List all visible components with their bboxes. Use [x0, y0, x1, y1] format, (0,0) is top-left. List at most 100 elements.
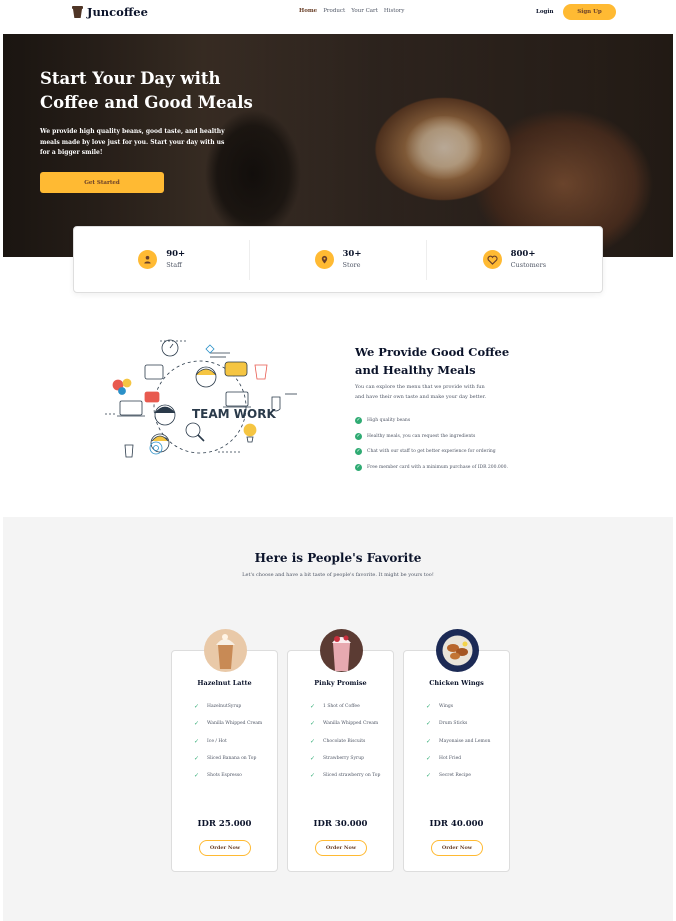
ingredient-text: Secret Recipe [439, 773, 471, 779]
check-icon: ✓ [310, 737, 316, 745]
favorites-subtitle: Let's choose and have a bit taste of peo… [242, 572, 434, 578]
stat-store: 30+ Store [249, 239, 425, 280]
ingredient-item: ✓ Drum Sticks [426, 715, 490, 732]
product-price: IDR 40.000 [429, 819, 484, 829]
ingredient-item: ✓ Wings [426, 698, 490, 715]
ingredient-item: ✓ Sliced strawberry on Top [310, 767, 380, 784]
ingredient-item: ✓ Sliced Banana on Top [194, 750, 262, 767]
ingredient-text: Wings [439, 704, 454, 710]
check-icon: ✓ [310, 720, 316, 728]
product-price: IDR 30.000 [313, 819, 368, 829]
ingredient-text: Drum Sticks [439, 721, 468, 727]
check-icon: ✓ [194, 755, 200, 763]
benefit-item: ✓ Healthy meals, you can request the ingr… [355, 429, 508, 445]
benefits-list: ✓ High quality beans ✓ Healthy meals, you … [355, 413, 508, 475]
get-started-button[interactable]: Get Started [40, 172, 164, 193]
benefit-item: ✓ Free member card with a minimum purchas… [355, 460, 508, 476]
heart-icon [482, 250, 502, 269]
check-icon: ✓ [194, 703, 200, 711]
benefit-item: ✓ Chat with our staff to get better exper… [355, 444, 508, 460]
order-now-button[interactable]: Order Now [199, 840, 251, 856]
ingredient-text: Hot Fried [439, 756, 462, 762]
check-icon: ✓ [355, 432, 362, 440]
ingredient-item: ✓ Wanilla Whipped Cream [194, 715, 262, 732]
stats-card: 90+ Staff 30+ Store 800+ Customers [73, 226, 603, 293]
team-work-illustration: TEAM WORK [100, 335, 300, 465]
ingredient-item: ✓ Hot Fried [426, 750, 490, 767]
navbar: Juncoffee Home Product Your Cart History… [0, 0, 676, 28]
benefit-text: Healthy meals, you can request the ingre… [367, 433, 476, 439]
stat-value: 800+ [510, 249, 536, 259]
ingredient-item: ✓ Shots Espresso [194, 767, 262, 784]
ingredient-text: Wanilla Whipped Cream [207, 721, 263, 727]
benefit-text: High quality beans [367, 418, 411, 424]
provide-title: We Provide Good Coffee and Healthy Meals [355, 345, 510, 377]
ingredient-item: ✓ Ice / Hot [194, 733, 262, 750]
nav-link-history[interactable]: History [384, 8, 405, 14]
ingredient-item: ✓ 1 Shot of Coffee [310, 698, 380, 715]
product-card-pinky-promise: Pinky Promise ✓ 1 Shot of Coffee ✓ Wanilla… [287, 629, 394, 872]
ingredient-text: Chocolate Biscuits [323, 738, 366, 744]
check-icon: ✓ [194, 720, 200, 728]
product-card-chicken-wings: Chicken Wings ✓ Wings ✓ Drum Sticks ✓ Mayon… [403, 629, 510, 872]
illustration-team-work-text: TEAM WORK [192, 407, 276, 421]
check-icon: ✓ [355, 448, 362, 456]
order-now-button[interactable]: Order Now [431, 840, 483, 856]
check-icon: ✓ [194, 772, 200, 780]
stat-label: Customers [510, 261, 547, 269]
ingredient-item: ✓ Mayonaise and Lemon [426, 733, 490, 750]
check-icon: ✓ [355, 463, 362, 471]
check-icon: ✓ [426, 755, 432, 763]
benefit-item: ✓ High quality beans [355, 413, 508, 429]
ingredient-item: ✓ Strawberry Syrup [310, 750, 380, 767]
stat-value: 30+ [342, 249, 362, 259]
chicken-wings-image [436, 629, 479, 672]
nav-link-product[interactable]: Product [323, 8, 345, 14]
check-icon: ✓ [426, 737, 432, 745]
pinky-promise-image [320, 629, 363, 672]
ingredient-text: Strawberry Syrup [323, 756, 364, 762]
ingredient-text: Shots Espresso [207, 773, 242, 779]
check-icon: ✓ [426, 720, 432, 728]
hero-description: We provide high quality beans, good tast… [40, 128, 225, 156]
ingredient-list: ✓ 1 Shot of Coffee ✓ Wanilla Whipped Cream… [310, 698, 380, 784]
check-icon: ✓ [194, 737, 200, 745]
ingredient-item: ✓ HazelnutSyrup [194, 698, 262, 715]
ingredient-text: 1 Shot of Coffee [323, 704, 360, 710]
logo[interactable]: Juncoffee [72, 5, 148, 19]
stat-label: Staff [166, 261, 182, 269]
provide-description: You can explore the menu that we provide… [355, 384, 487, 400]
stat-customers: 800+ Customers [425, 239, 602, 280]
nav-link-home[interactable]: Home [299, 8, 317, 14]
hazelnut-latte-image [204, 629, 247, 672]
check-icon: ✓ [426, 703, 432, 711]
stat-staff: 90+ Staff [74, 240, 249, 280]
login-link[interactable]: Login [536, 9, 553, 15]
ingredient-list: ✓ HazelnutSyrup ✓ Wanilla Whipped Cream ✓ I… [194, 698, 262, 784]
coffee-cup-icon [72, 6, 83, 18]
check-icon: ✓ [310, 772, 316, 780]
order-now-button[interactable]: Order Now [315, 840, 367, 856]
check-icon: ✓ [426, 772, 432, 780]
ingredient-item: ✓ Wanilla Whipped Cream [310, 715, 380, 732]
product-name: Hazelnut Latte [197, 679, 252, 687]
ingredient-text: Wanilla Whipped Cream [323, 721, 379, 727]
nav-link-your-cart[interactable]: Your Cart [351, 8, 378, 14]
check-icon: ✓ [310, 755, 316, 763]
location-pin-icon [314, 250, 334, 269]
ingredient-text: Sliced Banana on Top [207, 756, 257, 762]
product-card-hazelnut-latte: Hazelnut Latte ✓ HazelnutSyrup ✓ Wanilla W… [171, 629, 278, 872]
product-name: Chicken Wings [429, 679, 484, 687]
ingredient-text: HazelnutSyrup [207, 704, 242, 710]
signup-button[interactable]: Sign Up [563, 4, 616, 20]
nav-links: Home Product Your Cart History [299, 8, 405, 14]
stat-value: 90+ [166, 249, 186, 259]
check-icon: ✓ [310, 703, 316, 711]
stat-label: Store [342, 261, 361, 269]
benefit-text: Free member card with a minimum purchase… [367, 464, 508, 470]
hero-banner: Start Your Day with Coffee and Good Meal… [3, 34, 673, 257]
product-name: Pinky Promise [314, 679, 367, 687]
favorites-title: Here is People's Favorite [254, 551, 422, 565]
hero-title: Start Your Day with Coffee and Good Meal… [40, 69, 253, 112]
product-price: IDR 25.000 [197, 819, 252, 829]
